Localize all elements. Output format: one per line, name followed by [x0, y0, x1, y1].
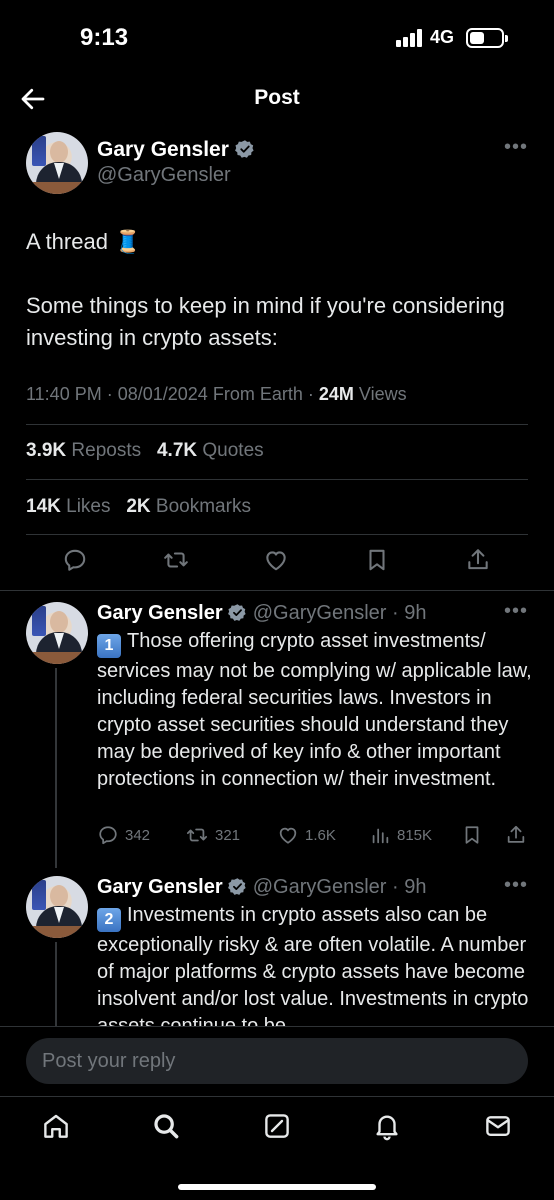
likes-stat[interactable]: 14K Likes — [26, 496, 111, 517]
author-name[interactable]: Gary Gensler — [97, 876, 223, 898]
views-button[interactable]: 815K — [369, 824, 432, 846]
post-text-line1: A thread 🧵 — [26, 229, 142, 254]
views-count: 24M — [318, 384, 354, 404]
post-action-bar — [0, 543, 554, 583]
verified-badge-icon — [228, 603, 247, 628]
post-time: 11:40 PM — [26, 384, 102, 404]
reply-body: Those offering crypto asset investments/… — [97, 630, 532, 790]
status-bar: 9:13 4G — [0, 0, 554, 72]
verified-badge-icon — [234, 139, 255, 165]
heart-icon — [279, 827, 297, 844]
repost-count: 321 — [215, 826, 241, 844]
author-name[interactable]: Gary Gensler — [97, 138, 229, 161]
reply-count: 342 — [125, 826, 151, 844]
grok-icon[interactable] — [262, 1111, 292, 1141]
signal-strength-icon — [396, 29, 424, 47]
divider — [26, 424, 528, 425]
repost-icon — [186, 828, 208, 842]
repost-icon[interactable] — [162, 547, 192, 577]
reposts-quotes-row: 3.9K Reposts 4.7K Quotes — [26, 440, 264, 462]
thread-connector-line — [55, 668, 57, 868]
network-type: 4G — [430, 27, 455, 47]
reply-composer — [0, 1026, 554, 1096]
share-icon[interactable] — [465, 547, 495, 577]
reply-input[interactable] — [26, 1038, 528, 1084]
post-age: 9h — [404, 876, 427, 898]
post-meta: 11:40 PM · 08/01/2024 From Earth · 24M V… — [26, 384, 407, 404]
reply-icon[interactable] — [62, 547, 92, 577]
reply-body: Investments in crypto assets also can be… — [97, 904, 529, 1026]
post-source: From Earth — [212, 384, 303, 404]
reply-header: Gary Gensler @GaryGensler · 9h — [97, 876, 426, 902]
reply-header: Gary Gensler @GaryGensler · 9h — [97, 602, 426, 628]
share-icon — [507, 825, 525, 843]
avatar[interactable] — [26, 602, 88, 664]
reply-button[interactable]: 342 — [97, 824, 150, 846]
top-header: Post — [0, 72, 554, 126]
post-text-line2: Some things to keep in mind if you're co… — [26, 293, 505, 350]
divider — [26, 534, 528, 535]
reply-text: 2 Investments in crypto assets also can b… — [97, 902, 537, 1026]
reply-text: 1 Those offering crypto asset investments… — [97, 628, 537, 793]
repost-button[interactable]: 321 — [185, 824, 240, 846]
bookmarks-stat[interactable]: 2K Bookmarks — [126, 496, 251, 517]
messages-envelope-icon[interactable] — [483, 1111, 513, 1141]
battery-icon — [466, 28, 508, 48]
quotes-stat[interactable]: 4.7K Quotes — [157, 440, 264, 461]
author-handle[interactable]: @GaryGensler — [253, 602, 387, 624]
status-time: 9:13 — [80, 24, 129, 51]
post-text: A thread 🧵 Some things to keep in mind i… — [26, 226, 526, 354]
like-count: 1.6K — [305, 826, 336, 844]
more-options-icon[interactable]: ••• — [504, 600, 528, 623]
more-options-icon[interactable]: ••• — [504, 874, 528, 897]
views-label: Views — [358, 384, 407, 404]
view-count: 815K — [397, 826, 433, 844]
page-title: Post — [254, 86, 300, 109]
reply-action-bar: 342 321 1.6K 815K — [97, 824, 537, 852]
thread-reply[interactable]: Gary Gensler @GaryGensler · 9h ••• 2 Inve… — [0, 864, 554, 1026]
bar-chart-icon — [372, 828, 389, 844]
bookmark-icon[interactable] — [364, 547, 394, 577]
more-options-icon[interactable]: ••• — [504, 136, 528, 159]
like-icon[interactable] — [263, 547, 293, 577]
reposts-stat[interactable]: 3.9K Reposts — [26, 440, 141, 461]
author-handle[interactable]: @GaryGensler — [253, 876, 387, 898]
avatar[interactable] — [26, 132, 88, 194]
thread-reply[interactable]: Gary Gensler @GaryGensler · 9h ••• 1 Thos… — [0, 590, 554, 868]
post-age: 9h — [404, 602, 427, 624]
notifications-bell-icon[interactable] — [372, 1111, 402, 1141]
divider — [26, 479, 528, 480]
author-name[interactable]: Gary Gensler — [97, 602, 223, 624]
home-icon[interactable] — [41, 1111, 71, 1141]
author-handle[interactable]: @GaryGensler — [97, 164, 231, 187]
main-post: Gary Gensler @GaryGensler ••• A thread 🧵… — [0, 126, 554, 590]
number-keycap: 2 — [97, 908, 121, 932]
bookmark-icon — [465, 826, 479, 844]
like-button[interactable]: 1.6K — [277, 824, 336, 846]
home-indicator[interactable] — [178, 1184, 376, 1190]
bookmark-button[interactable] — [461, 824, 483, 846]
likes-bookmarks-row: 14K Likes 2K Bookmarks — [26, 496, 251, 518]
author-name-row[interactable]: Gary Gensler — [97, 138, 255, 165]
number-keycap: 1 — [97, 634, 121, 658]
verified-badge-icon — [228, 877, 247, 902]
share-button[interactable] — [505, 824, 527, 846]
reply-icon — [99, 826, 117, 845]
post-date: 08/01/2024 — [117, 384, 208, 404]
thread-connector-line — [55, 942, 57, 1026]
avatar[interactable] — [26, 876, 88, 938]
search-icon[interactable] — [151, 1111, 181, 1141]
